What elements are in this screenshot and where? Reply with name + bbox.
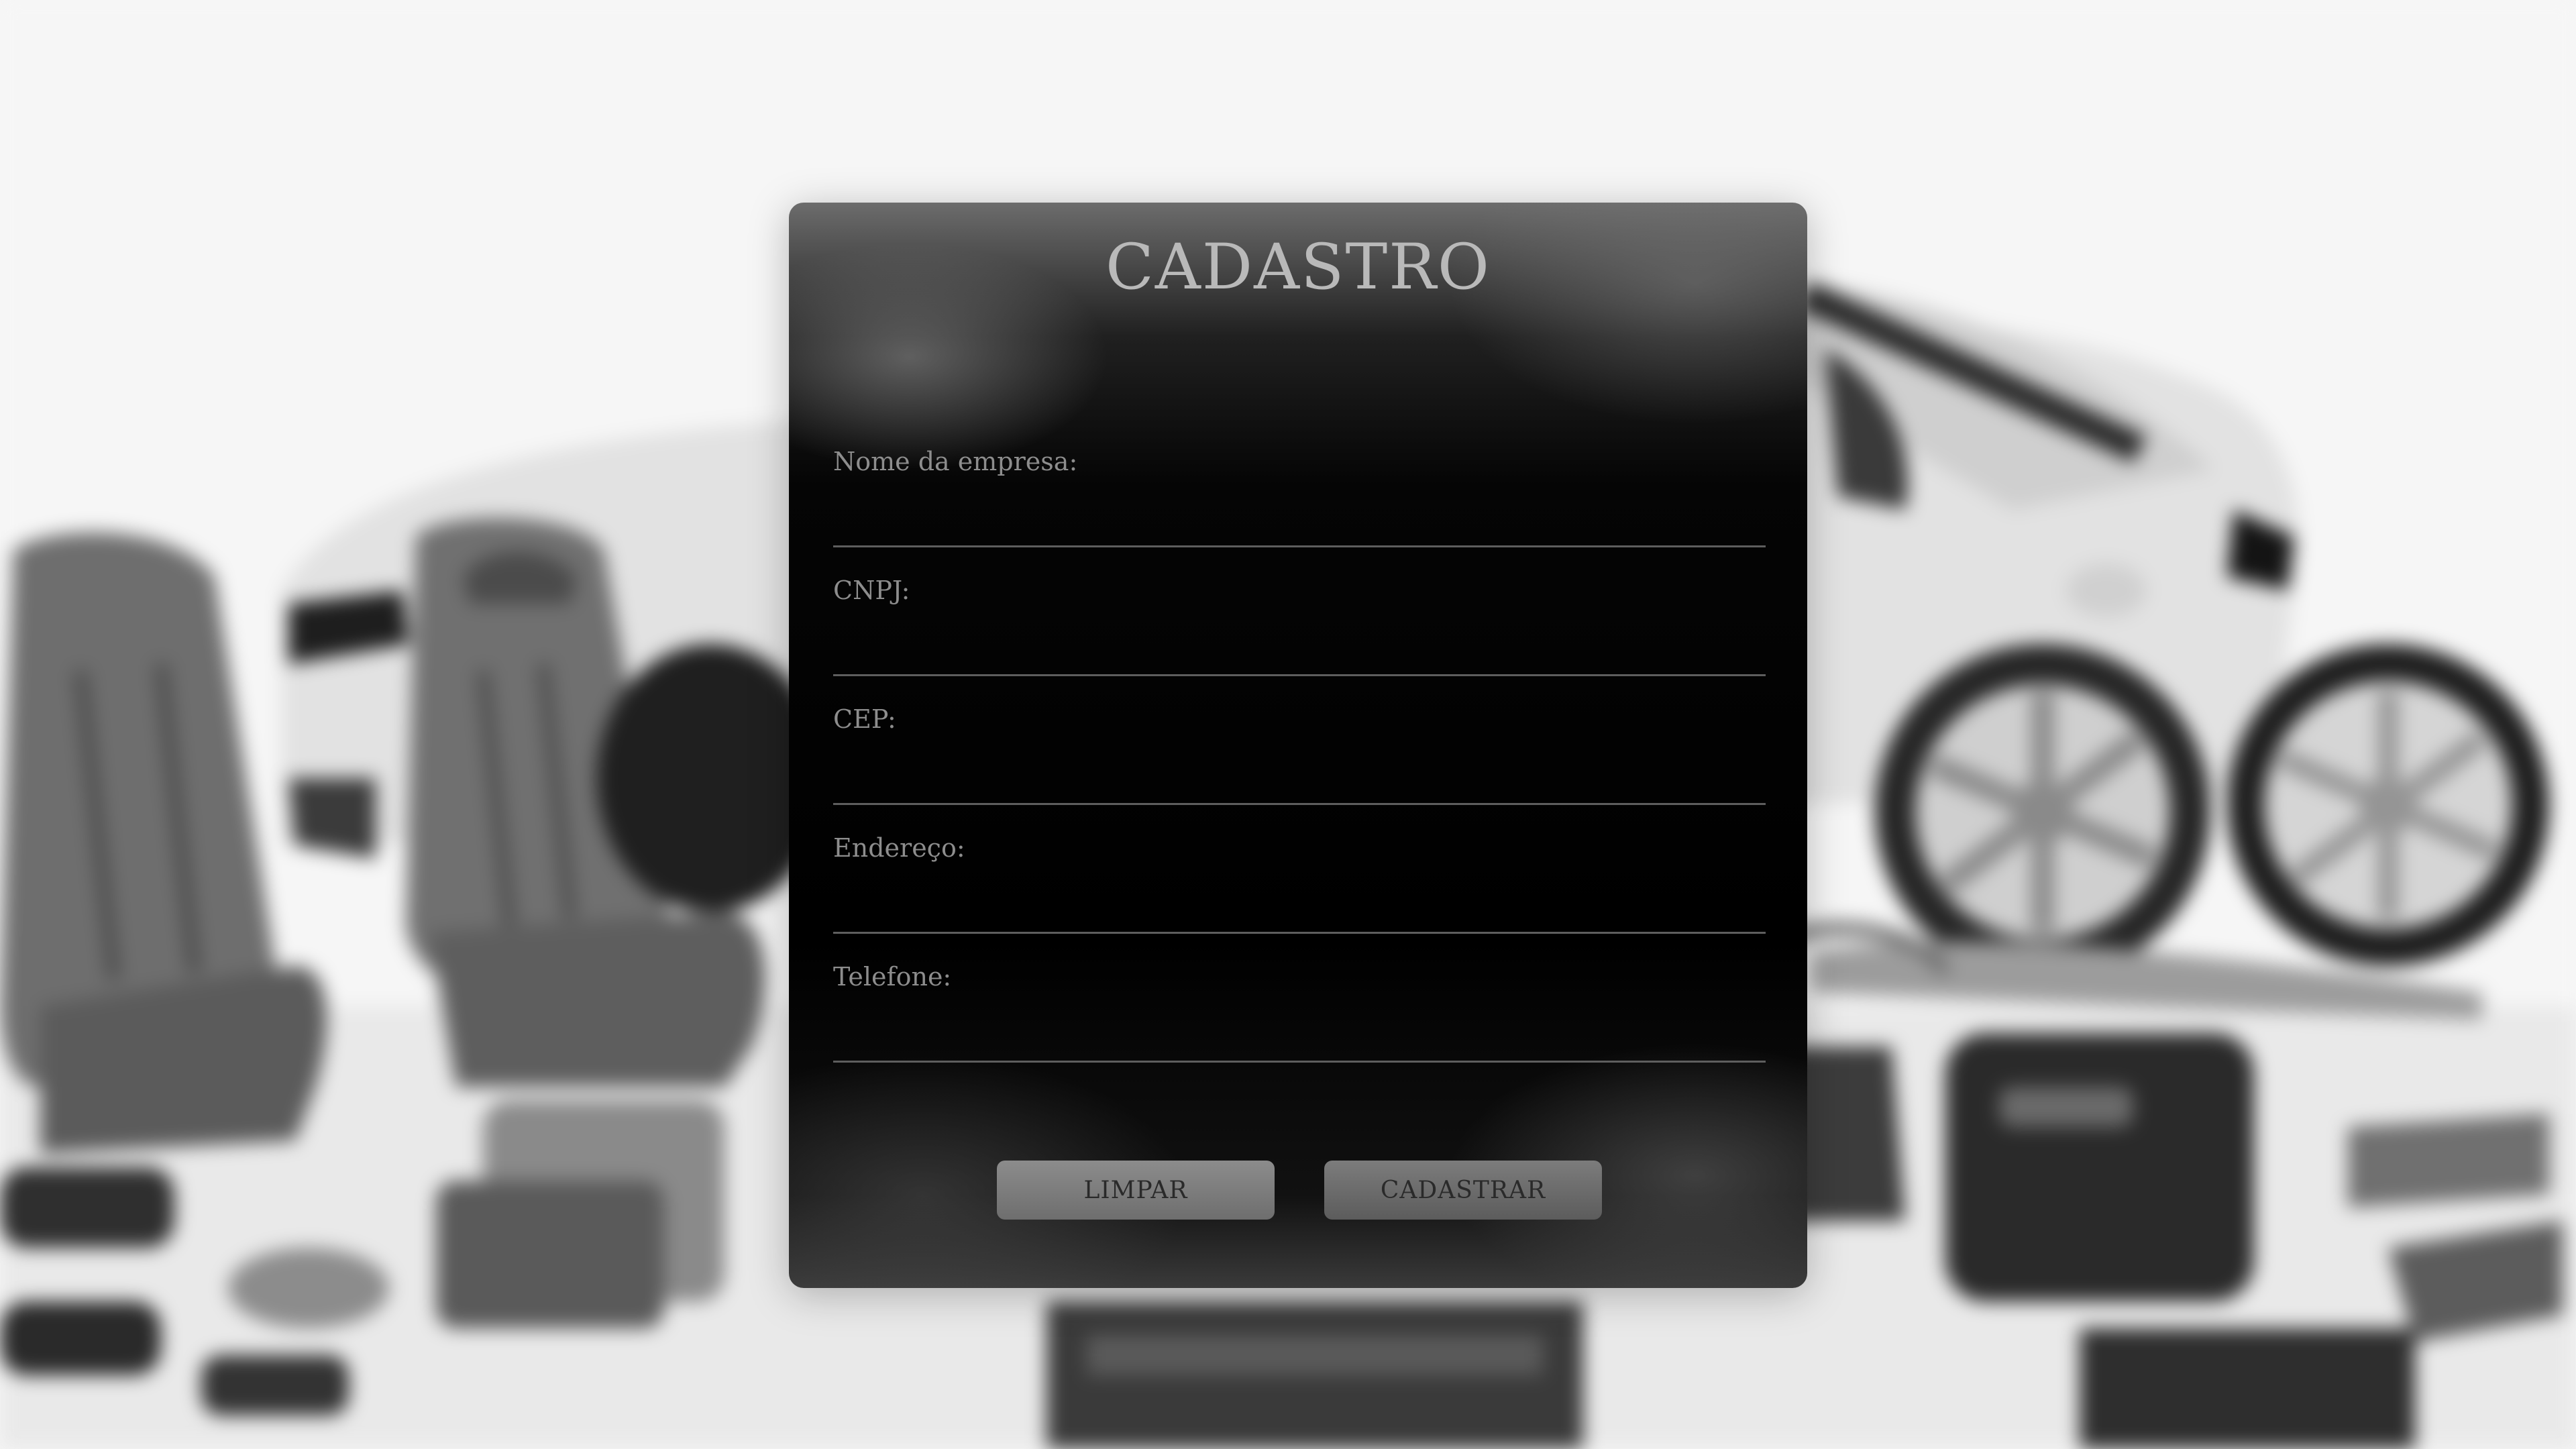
- address-input[interactable]: [833, 887, 1766, 934]
- form-title: CADASTRO: [1106, 231, 1491, 304]
- phone-label: Telefone:: [833, 962, 952, 991]
- cep-field-group: CEP:: [833, 704, 1766, 805]
- submit-button[interactable]: CADASTRAR: [1324, 1161, 1602, 1220]
- registration-form-card: CADASTRO Nome da empresa: CNPJ: CEP: End…: [789, 203, 1807, 1288]
- company-name-field-group: Nome da empresa:: [833, 447, 1766, 547]
- phone-input[interactable]: [833, 1016, 1766, 1063]
- cnpj-input[interactable]: [833, 629, 1766, 676]
- cnpj-label: CNPJ:: [833, 576, 910, 605]
- cep-label: CEP:: [833, 704, 896, 734]
- address-field-group: Endereço:: [833, 833, 1766, 934]
- clear-button[interactable]: LIMPAR: [997, 1161, 1275, 1220]
- cnpj-field-group: CNPJ:: [833, 576, 1766, 676]
- company-name-input[interactable]: [833, 500, 1766, 547]
- phone-field-group: Telefone:: [833, 962, 1766, 1063]
- company-name-label: Nome da empresa:: [833, 447, 1078, 476]
- address-label: Endereço:: [833, 833, 965, 863]
- cep-input[interactable]: [833, 758, 1766, 805]
